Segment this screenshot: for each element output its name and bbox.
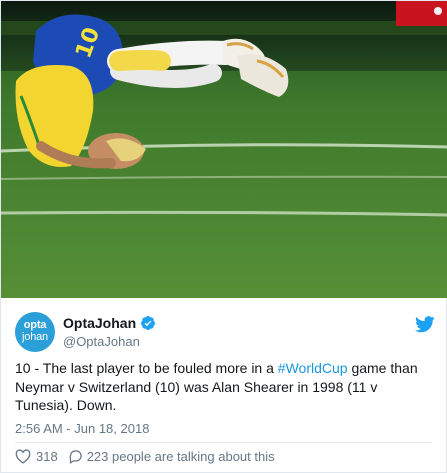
tweet-actions: 318 223 people are talking about this <box>15 447 275 465</box>
tweet-text: 10 - The last player to be fouled more i… <box>15 359 435 415</box>
talking-count[interactable]: 223 people are talking about this <box>87 449 275 464</box>
avatar-line2: johan <box>22 331 48 343</box>
speech-bubble-icon[interactable] <box>68 449 83 464</box>
handle[interactable]: @OptaJohan <box>63 333 156 350</box>
tweet-header: opta johan OptaJohan @OptaJohan <box>15 312 435 352</box>
heart-icon[interactable] <box>15 448 31 464</box>
tweet-photo[interactable]: 10 <box>1 1 447 298</box>
hashtag-link[interactable]: #WorldCup <box>278 360 348 376</box>
like-action[interactable]: 318 <box>15 449 58 464</box>
display-name[interactable]: OptaJohan <box>63 314 136 332</box>
avatar-line1: opta <box>23 319 47 331</box>
tweet-text-part1: 10 - The last player to be fouled more i… <box>15 360 278 376</box>
author-names: OptaJohan @OptaJohan <box>63 314 156 350</box>
twitter-bird-icon[interactable] <box>415 316 435 333</box>
conversation-action[interactable]: 223 people are talking about this <box>58 449 275 464</box>
avatar[interactable]: opta johan <box>15 312 55 352</box>
display-name-row: OptaJohan <box>63 314 156 332</box>
divider <box>15 442 432 443</box>
tweet-card: 10 opta johan OptaJohan @OptaJohan 10 - … <box>0 0 447 473</box>
like-count[interactable]: 318 <box>36 449 58 464</box>
verified-icon <box>140 315 156 331</box>
timestamp[interactable]: 2:56 AM - Jun 18, 2018 <box>15 421 149 437</box>
